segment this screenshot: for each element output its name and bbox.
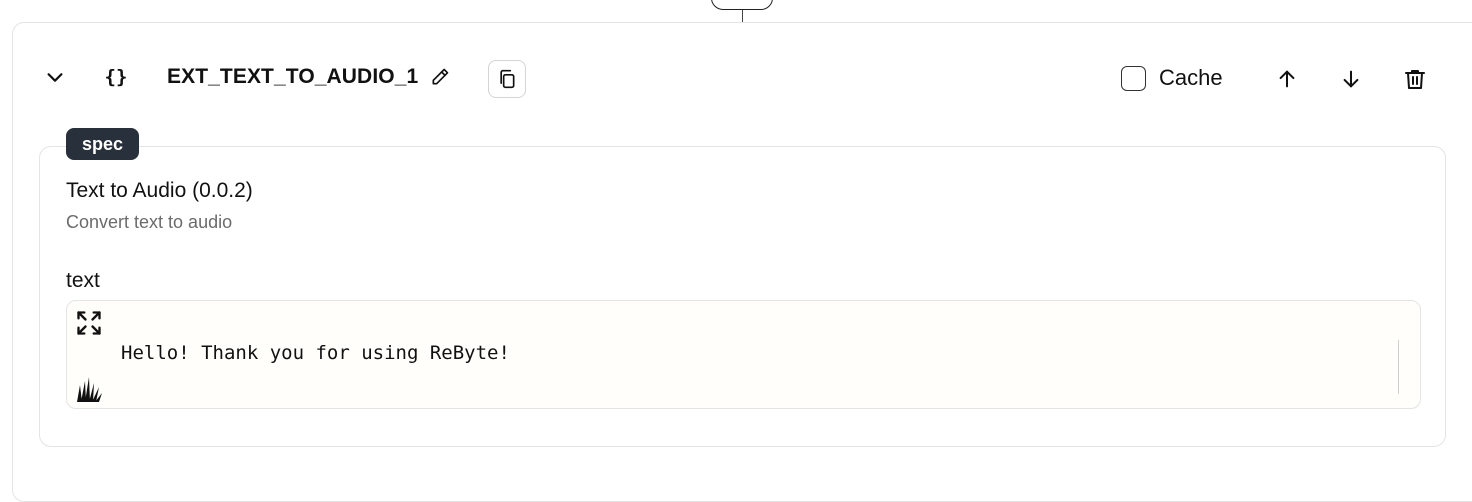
text-field-label: text — [66, 269, 100, 292]
braces-icon: {} — [104, 66, 128, 88]
copy-button[interactable] — [488, 60, 526, 98]
text-editor[interactable]: Hello! Thank you for using ReByte! — [66, 300, 1421, 409]
trash-icon — [1405, 70, 1425, 89]
cache-checkbox[interactable] — [1121, 65, 1146, 91]
spec-title: Text to Audio (0.0.2) — [66, 179, 253, 202]
spec-description: Convert text to audio — [66, 212, 233, 232]
editor-scrollbar[interactable] — [1398, 340, 1400, 394]
arrow-down-icon — [1343, 70, 1359, 88]
collapse-button[interactable] — [39, 61, 71, 93]
move-up-button[interactable] — [1271, 63, 1303, 95]
expand-button[interactable] — [74, 308, 104, 338]
arrow-up-icon — [1279, 70, 1295, 88]
text-value[interactable]: Hello! Thank you for using ReByte! — [121, 342, 510, 364]
grass-icon — [77, 377, 102, 402]
block-name: EXT_TEXT_TO_AUDIO_1 — [167, 65, 419, 88]
action-block: {} EXT_TEXT_TO_AUDIO_1 Cache Text to Aud… — [12, 22, 1472, 502]
block-header: {} EXT_TEXT_TO_AUDIO_1 Cache — [13, 23, 1472, 133]
spec-card: Text to Audio (0.0.2) Convert text to au… — [39, 146, 1446, 447]
delete-button[interactable] — [1399, 63, 1431, 95]
cache-toggle[interactable]: Cache — [1121, 63, 1223, 93]
copy-icon — [500, 69, 515, 89]
pencil-icon — [432, 68, 449, 85]
expand-icon — [77, 311, 101, 335]
cache-label: Cache — [1159, 65, 1223, 90]
spec-badge: spec — [66, 128, 140, 160]
edit-name-button[interactable] — [427, 63, 453, 91]
connector-line — [742, 10, 743, 22]
chevron-down-icon — [47, 73, 63, 82]
move-down-button[interactable] — [1335, 63, 1367, 95]
connector-tab — [711, 0, 773, 10]
